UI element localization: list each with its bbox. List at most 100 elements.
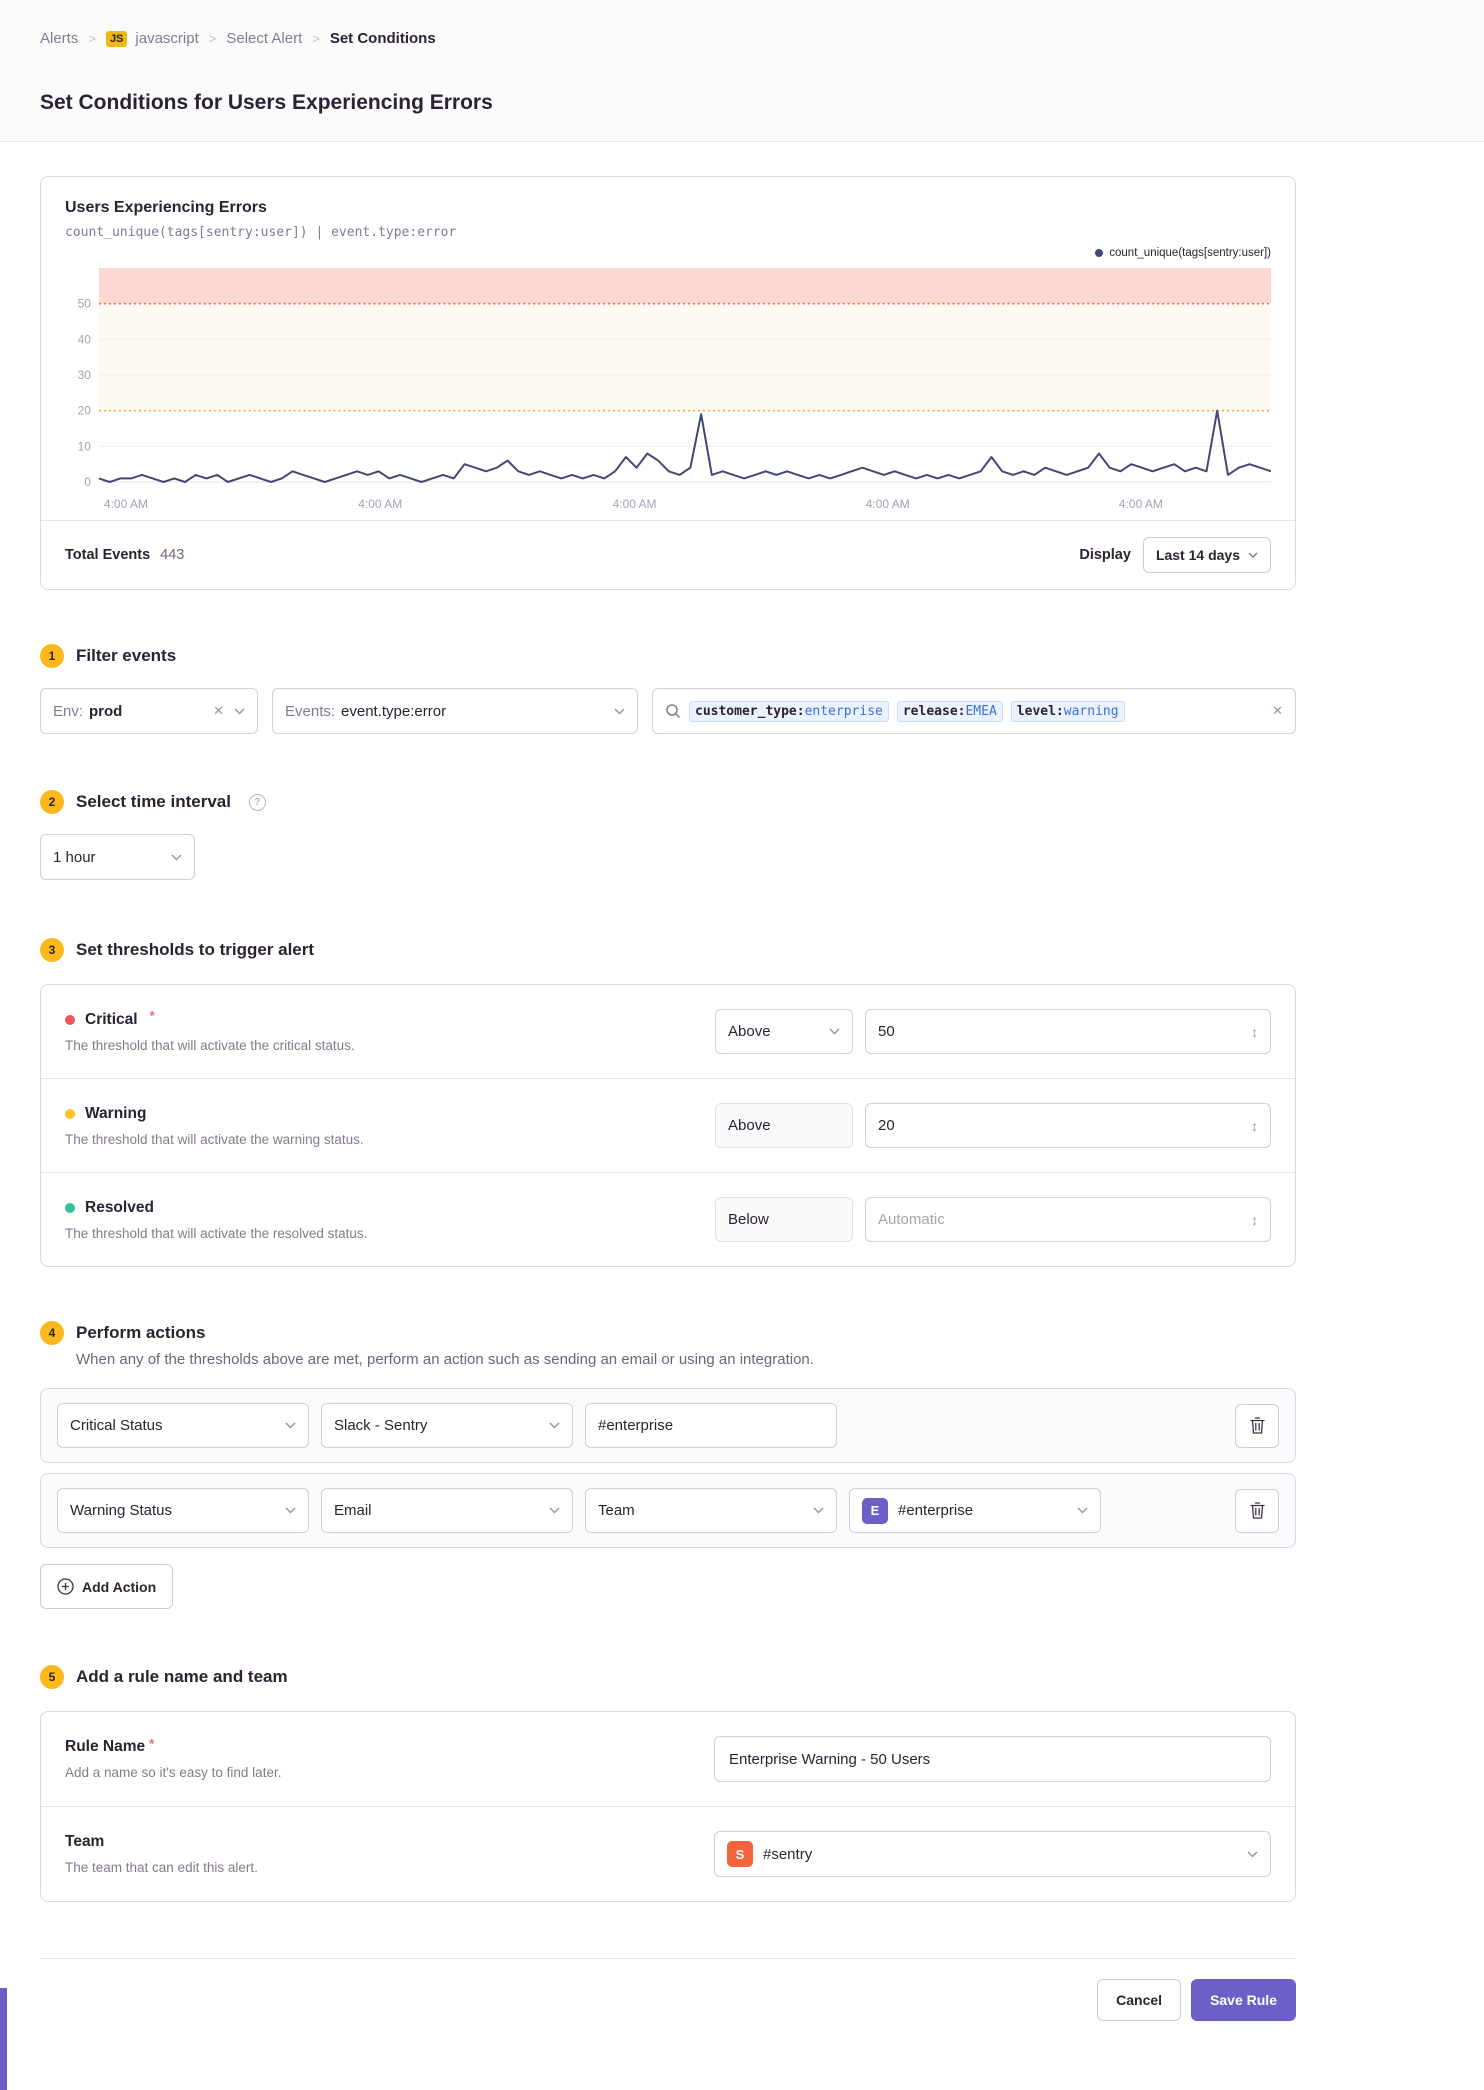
token-key: customer_type: [695, 703, 805, 719]
team-select[interactable]: S #sentry [714, 1831, 1271, 1877]
breadcrumb-select-alert[interactable]: Select Alert [226, 30, 302, 47]
line-chart-canvas: 0 10 20 30 40 50 4:00 AM 4:00 AM 4:00 AM 4:00 AM 4… [78, 268, 1272, 511]
warning-threshold-input[interactable]: 20 ↕ [865, 1103, 1271, 1148]
breadcrumb-project[interactable]: javascript [135, 30, 198, 47]
chart-panel: Users Experiencing Errors count_unique(t… [40, 176, 1296, 590]
clear-environment-icon[interactable]: ✕ [213, 703, 224, 719]
x-tick-label: 4:00 AM [104, 497, 148, 511]
actions-description: When any of the thresholds above are met… [76, 1351, 814, 1368]
cancel-button[interactable]: Cancel [1097, 1979, 1182, 2021]
events-type-select[interactable]: Events: event.type:error [272, 688, 638, 734]
team-description: The team that can edit this alert. [65, 1860, 258, 1875]
required-asterisk: * [149, 1735, 155, 1751]
chevron-down-icon [614, 707, 625, 715]
project-platform-badge: JS [105, 30, 128, 47]
team-select-value: #sentry [763, 1845, 813, 1863]
tag-filter-search-input[interactable]: customer_type:enterprise release:EMEA le… [652, 688, 1296, 734]
number-stepper-icon[interactable]: ↕ [1251, 1212, 1258, 1228]
chevron-down-icon [829, 1028, 840, 1035]
action-row-critical: Critical Status Slack - Sentry #enterpri… [40, 1388, 1296, 1463]
environment-select-prefix: Env: [53, 702, 84, 720]
token-value: warning [1063, 703, 1119, 719]
number-stepper-icon[interactable]: ↕ [1251, 1118, 1258, 1134]
rule-name-row: Rule Name * Add a name so it's easy to f… [41, 1712, 1295, 1806]
save-rule-button[interactable]: Save Rule [1191, 1979, 1296, 2021]
filter-token[interactable]: customer_type:enterprise [689, 700, 889, 722]
chart-title: Users Experiencing Errors [65, 199, 267, 216]
resolved-threshold-input[interactable]: Automatic ↕ [865, 1197, 1271, 1242]
resolved-comparison-value: Below [728, 1211, 769, 1228]
rule-name-input[interactable] [714, 1736, 1271, 1782]
help-icon[interactable]: ? [248, 793, 266, 811]
step-number-badge: 2 [40, 790, 64, 814]
chart-query: count_unique(tags[sentry:user]) | event.… [65, 225, 457, 240]
resolved-description: The threshold that will activate the res… [65, 1225, 368, 1241]
delete-action-button[interactable] [1235, 1403, 1279, 1448]
x-tick-label: 4:00 AM [866, 497, 910, 511]
team-avatar: E [862, 1497, 888, 1524]
trash-icon [1249, 1502, 1265, 1519]
chevron-down-icon [171, 853, 182, 861]
form-footer: Cancel Save Rule [40, 1958, 1296, 2021]
step-number-badge: 4 [40, 1321, 64, 1345]
legend-dot-icon [1095, 249, 1104, 257]
team-label: Team [65, 1833, 105, 1850]
token-value: EMEA [965, 703, 997, 719]
action-channel-input[interactable]: #enterprise [585, 1403, 837, 1448]
thresholds-panel: Critical * The threshold that will activ… [40, 984, 1296, 1267]
time-interval-select[interactable]: 1 hour [40, 834, 195, 880]
action-service-select[interactable]: Email [321, 1488, 573, 1533]
action-service-select[interactable]: Slack - Sentry [321, 1403, 573, 1448]
action-team-select[interactable]: E #enterprise [849, 1488, 1101, 1533]
filter-token[interactable]: level:warning [1010, 700, 1125, 722]
warning-description: The threshold that will activate the war… [65, 1131, 364, 1147]
y-tick-label: 20 [78, 404, 92, 418]
resolved-comparison-static: Below [715, 1197, 853, 1242]
action-target-type-select[interactable]: Team [585, 1488, 837, 1533]
warning-threshold-value: 20 [878, 1117, 895, 1134]
display-range-dropdown[interactable]: Last 14 days [1142, 537, 1271, 573]
add-action-label: Add Action [82, 1578, 157, 1595]
search-icon [666, 704, 681, 719]
critical-threshold-input[interactable]: 50 ↕ [865, 1009, 1271, 1054]
chevron-down-icon [1247, 1850, 1258, 1858]
warning-comparison-value: Above [728, 1117, 771, 1134]
x-tick-label: 4:00 AM [1119, 497, 1163, 511]
number-stepper-icon[interactable]: ↕ [1251, 1024, 1258, 1040]
resolved-label: Resolved [85, 1198, 154, 1216]
resolved-status-dot-icon [65, 1202, 75, 1213]
y-tick-label: 30 [78, 368, 92, 382]
action-trigger-value: Warning Status [70, 1502, 172, 1519]
critical-threshold-value: 50 [878, 1023, 895, 1040]
environment-select[interactable]: Env: prod ✕ [40, 688, 258, 734]
step-filter-heading: 1 Filter events [40, 644, 1296, 668]
action-trigger-select[interactable]: Warning Status [57, 1488, 309, 1533]
chevron-down-icon [813, 1507, 824, 1514]
filter-token[interactable]: release:EMEA [896, 700, 1003, 722]
page-header: Alerts > JS javascript > Select Alert > … [0, 0, 1484, 142]
rule-name-label: Rule Name [65, 1738, 146, 1755]
action-channel-value: #enterprise [598, 1417, 674, 1434]
token-value: enterprise [804, 703, 883, 719]
environment-select-value: prod [89, 702, 123, 720]
action-trigger-select[interactable]: Critical Status [57, 1403, 309, 1448]
total-events-value: 443 [160, 547, 185, 563]
critical-comparison-select[interactable]: Above [715, 1009, 853, 1054]
step-number-badge: 1 [40, 644, 64, 668]
step-interval-heading: 2 Select time interval ? [40, 790, 1296, 814]
chevron-down-icon [1077, 1507, 1088, 1514]
y-tick-label: 0 [84, 475, 91, 489]
chevron-down-icon [1248, 552, 1258, 558]
threshold-row-resolved: Resolved The threshold that will activat… [41, 1172, 1295, 1266]
delete-action-button[interactable] [1235, 1488, 1279, 1533]
action-service-value: Email [334, 1502, 372, 1519]
trash-icon [1249, 1417, 1265, 1434]
step-number-badge: 3 [40, 938, 64, 962]
step-thresholds-heading: 3 Set thresholds to trigger alert [40, 938, 1296, 962]
chevron-down-icon [549, 1422, 560, 1429]
events-select-prefix: Events: [285, 702, 336, 720]
token-key: release: [902, 703, 966, 719]
add-action-button[interactable]: Add Action [40, 1564, 174, 1609]
clear-search-icon[interactable]: ✕ [1272, 703, 1283, 719]
breadcrumb-alerts[interactable]: Alerts [40, 30, 78, 47]
